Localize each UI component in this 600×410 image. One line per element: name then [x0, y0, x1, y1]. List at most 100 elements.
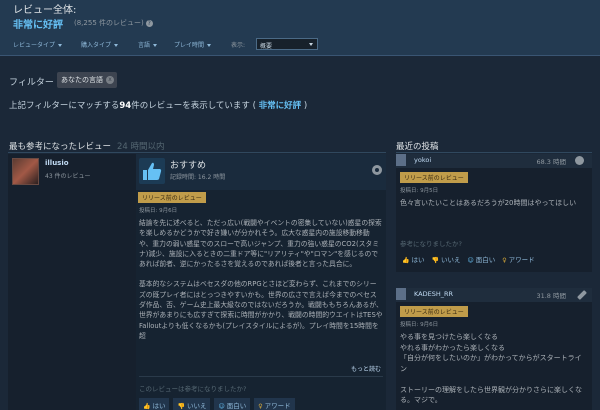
recent-post-text: 色々言いたいことはあるだろうが20時間はやってほしい [400, 199, 577, 207]
help-icon[interactable]: ? [145, 19, 153, 27]
recent-post-hours: 68.3 時間 [536, 158, 566, 166]
recent-post-date: 投稿日: 9月5日 [400, 188, 439, 194]
match-suffix: ) [303, 101, 308, 111]
filter-bar: レビュータイプ 購入タイプ 言語 プレイ時間 表示: 概要 [0, 35, 600, 56]
filter-language-dropdown[interactable]: 言語 [138, 40, 158, 49]
vote-label: はい [411, 256, 425, 264]
match-summary: 上記フィルターにマッチする94件のレビューを表示しています ( 非常に好評 ) [9, 99, 307, 111]
section-title-text: 最も参考になったレビュー [9, 142, 112, 152]
caret-down-icon [153, 44, 158, 47]
award-button[interactable]: ♀ アワード [254, 398, 295, 410]
recent-post-hours: 31.8 時間 [536, 292, 566, 300]
thumbs-up-icon [396, 288, 406, 300]
caret-down-icon [309, 43, 313, 46]
review-fade [136, 342, 386, 368]
award-icon: ♀ [502, 257, 507, 264]
early-review-tag: リリース前のレビュー [400, 306, 468, 317]
match-count: 94 [119, 101, 132, 111]
review-author: illusio 43 件のレビュー [8, 154, 136, 410]
section-title: 最も参考になったレビュー 24 時間以内 [9, 140, 165, 152]
review-verdict-bar: おすすめ 記録時間: 16.2 時間 [136, 154, 386, 190]
vote-label: いいえ [186, 402, 207, 410]
thumbs-up-icon: 👍 [402, 257, 410, 264]
vote-label: 面白い [226, 402, 247, 410]
filter-chip-label: あなたの言語 [61, 76, 103, 84]
read-more-link[interactable]: もっと読む [351, 364, 381, 373]
filter-dropdown-label: プレイ時間 [174, 42, 205, 49]
display-select-value: 概要 [260, 43, 273, 50]
steam-icon [575, 156, 584, 165]
filter-purchase-type-dropdown[interactable]: 購入タイプ [81, 40, 119, 49]
early-review-tag: リリース前のレビュー [138, 192, 206, 203]
filter-playtime-dropdown[interactable]: プレイ時間 [174, 40, 212, 49]
vote-label: 面白い [475, 256, 496, 264]
helpful-divider [139, 376, 383, 377]
recent-post-date: 投稿日: 9月6日 [400, 322, 439, 328]
award-icon: ♀ [258, 403, 263, 410]
recent-post-author[interactable]: KADESH_RR [414, 290, 453, 298]
recent-post-author[interactable]: yokoi [414, 156, 431, 164]
recent-post-card: yokoi 68.3 時間 リリース前のレビュー 投稿日: 9月5日 色々言いた… [396, 154, 592, 272]
section-subtitle: 24 時間以内 [117, 142, 165, 152]
laugh-icon: ☺ [218, 403, 225, 410]
section-divider [8, 152, 386, 153]
filter-dropdown-label: 言語 [138, 42, 151, 49]
match-middle: 件のレビューを表示しています ( [131, 101, 256, 111]
thumbs-down-icon: 👎 [177, 403, 185, 410]
vote-yes-button[interactable]: 👍 はい [400, 252, 426, 264]
helpful-question: 参考になりましたか? [400, 240, 462, 248]
vote-label: アワード [264, 402, 291, 410]
review-content: おすすめ 記録時間: 16.2 時間 リリース前のレビュー 投稿日: 9月6日 … [136, 154, 386, 410]
recent-posts-divider [396, 152, 592, 153]
vote-funny-button[interactable]: ☺ 面白い [214, 398, 251, 410]
recent-posts-title: 最近の投稿 [396, 142, 439, 152]
summary-title: レビュー全体: [13, 5, 77, 16]
review-summary-panel: レビュー全体: 非常に好評 (8,255 件のレビュー)? レビュータイプ 購入… [0, 0, 600, 56]
vote-no-button[interactable]: 👎 いいえ [429, 252, 462, 264]
thumbs-up-icon [396, 154, 406, 166]
review-paragraph: 基本的なシステムはベセスダの他のRPGとさほど変わらず、これまでのシリーズの既プ… [139, 280, 383, 340]
vote-row: 👍 はい 👎 いいえ ☺ 面白い ♀ アワード [139, 398, 299, 410]
caret-down-icon [58, 44, 63, 47]
wrench-icon [577, 290, 587, 300]
steam-icon [372, 165, 382, 175]
author-name[interactable]: illusio [45, 159, 69, 167]
avatar[interactable] [12, 158, 39, 185]
vote-label: アワード [508, 256, 535, 264]
caret-down-icon [207, 44, 212, 47]
display-label: 表示: [231, 42, 246, 49]
author-review-count[interactable]: 43 件のレビュー [45, 171, 91, 180]
helpful-question: このレビューは参考になりましたか? [139, 385, 247, 393]
match-prefix: 上記フィルターにマッチする [9, 101, 120, 111]
filter-chip-your-language[interactable]: あなたの言語 x [57, 72, 117, 88]
vote-label: はい [152, 402, 166, 410]
summary-count: (8,255 件のレビュー)? [74, 18, 153, 28]
filter-review-type-dropdown[interactable]: レビュータイプ [13, 40, 63, 49]
review-paragraph: 結論を先に述べると、ただっ広い(戦闘やイベントの密集していない)惑星の探索を楽し… [139, 219, 382, 269]
laugh-icon: ☺ [467, 257, 474, 264]
early-review-tag: リリース前のレビュー [400, 172, 468, 183]
thumbs-up-icon [139, 158, 165, 184]
caret-down-icon [114, 44, 119, 47]
match-rating: 非常に好評 [258, 101, 302, 111]
vote-label: いいえ [440, 256, 461, 264]
filter-dropdown-label: 購入タイプ [81, 42, 112, 49]
review-card: illusio 43 件のレビュー おすすめ 記録時間: 16.2 時間 リリー… [8, 154, 386, 410]
vote-yes-button[interactable]: 👍 はい [139, 398, 170, 410]
award-button[interactable]: ♀ アワード [500, 252, 536, 264]
vote-row: 👍 はい 👎 いいえ ☺ 面白い ♀ アワード [400, 252, 540, 271]
posted-date: 投稿日: 9月6日 [139, 208, 178, 214]
filter-dropdown-label: レビュータイプ [13, 42, 56, 49]
summary-count-text: (8,255 件のレビュー) [74, 19, 144, 27]
summary-rating[interactable]: 非常に好評 [13, 16, 63, 31]
thumbs-up-icon: 👍 [143, 403, 151, 410]
review-verdict[interactable]: おすすめ [170, 158, 206, 171]
vote-funny-button[interactable]: ☺ 面白い [465, 252, 497, 264]
recent-post-text: やる事を見つけたら楽しくなる やれる事がわかったら楽しくなる 「自分が何をしたい… [400, 333, 582, 404]
vote-no-button[interactable]: 👎 いいえ [173, 398, 211, 410]
recent-post-card: KADESH_RR 31.8 時間 リリース前のレビュー 投稿日: 9月6日 や… [396, 288, 592, 410]
close-icon[interactable]: x [106, 76, 114, 84]
display-select[interactable]: 概要 [256, 38, 318, 50]
recent-post-header: yokoi 68.3 時間 [396, 154, 592, 168]
review-playtime: 記録時間: 16.2 時間 [170, 174, 226, 181]
